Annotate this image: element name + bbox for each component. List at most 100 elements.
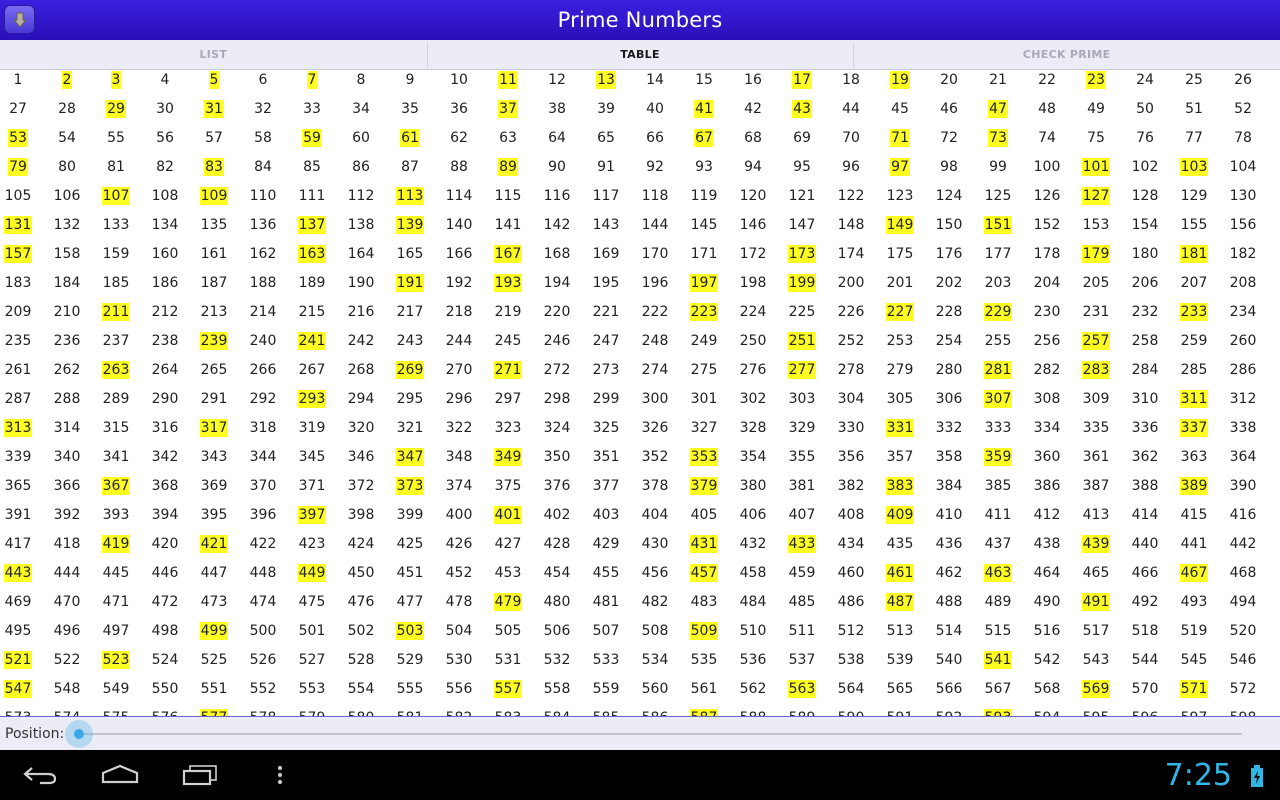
prime-number-cell: 479 [493,593,523,611]
tab-table[interactable]: TABLE [426,40,854,69]
prime-number-cell: 157 [3,245,33,263]
home-icon [101,764,139,784]
position-slider-track[interactable] [79,733,1242,735]
prime-number-cell: 467 [1179,564,1209,582]
position-slider-thumb[interactable] [65,720,93,748]
number-cell: 505 [494,623,522,639]
prime-number-cell: 97 [890,158,910,176]
number-cell: 226 [837,304,865,320]
number-cell: 294 [347,391,375,407]
prime-number-cell: 229 [983,303,1013,321]
number-cell: 158 [53,246,81,262]
prime-number-cell: 31 [204,100,224,118]
number-cell: 36 [450,101,468,117]
number-cell: 357 [886,449,914,465]
number-cell: 142 [543,217,571,233]
number-cell: 384 [935,478,963,494]
number-cell: 27 [9,101,27,117]
number-cell: 217 [396,304,424,320]
number-cell: 425 [396,536,424,552]
number-cell: 411 [984,507,1012,523]
prime-number-cell: 37 [498,100,518,118]
tab-check-prime[interactable]: CHECK PRIME [853,40,1280,69]
number-cell: 52 [1234,101,1252,117]
number-cell: 303 [788,391,816,407]
number-cell: 453 [494,565,522,581]
number-cell: 240 [249,333,277,349]
number-cell: 260 [1229,333,1257,349]
number-cell: 507 [592,623,620,639]
number-cell: 442 [1229,536,1257,552]
number-cell: 81 [107,159,125,175]
number-cell: 544 [1131,652,1159,668]
prime-number-cell: 257 [1081,332,1111,350]
number-cell: 99 [989,159,1007,175]
number-cell: 33 [303,101,321,117]
number-cell: 548 [53,681,81,697]
number-cell: 403 [592,507,620,523]
number-cell: 598 [1219,708,1268,716]
number-cell: 336 [1131,420,1159,436]
number-table[interactable]: 1 2 3 4 5 6 7 8 9 10 11 12 13 14 15 16 17 18 19 20 21 22 23 24 2… [0,71,1280,716]
number-cell: 319 [298,420,326,436]
number-cell: 250 [739,333,767,349]
number-cell: 528 [347,652,375,668]
number-cell: 500 [249,623,277,639]
number-cell: 288 [53,391,81,407]
prime-number-cell: 13 [596,71,616,89]
number-cell: 88 [450,159,468,175]
number-cell: 267 [298,362,326,378]
number-cell: 172 [739,246,767,262]
number-cell: 244 [445,333,473,349]
number-cell: 95 [793,159,811,175]
prime-number-cell: 3 [110,71,122,89]
number-cell: 93 [695,159,713,175]
number-cell: 203 [984,275,1012,291]
number-cell: 46 [940,101,958,117]
number-cell: 595 [1072,708,1121,716]
tab-list[interactable]: LIST [0,40,427,69]
number-cell: 104 [1229,159,1257,175]
number-cell: 194 [543,275,571,291]
number-cell: 129 [1180,188,1208,204]
number-cell: 15 [695,72,713,88]
number-cell: 334 [1033,420,1061,436]
number-cell: 44 [842,101,860,117]
number-cell: 381 [788,478,816,494]
prime-number-cell: 353 [689,448,719,466]
number-cell: 542 [1033,652,1061,668]
home-button[interactable] [98,760,142,790]
number-cell: 117 [592,188,620,204]
number-cell: 555 [396,681,424,697]
number-cell: 228 [935,304,963,320]
overflow-menu-button[interactable] [258,760,302,790]
number-cell: 308 [1033,391,1061,407]
number-cell: 459 [788,565,816,581]
back-button[interactable] [18,760,62,790]
number-cell: 517 [1082,623,1110,639]
number-cell: 428 [543,536,571,552]
number-cell: 202 [935,275,963,291]
number-cell: 49 [1087,101,1105,117]
number-cell: 170 [641,246,669,262]
number-cell: 243 [396,333,424,349]
number-cell: 110 [249,188,277,204]
number-cell: 121 [788,188,816,204]
number-cell: 282 [1033,362,1061,378]
number-cell: 18 [842,72,860,88]
number-cell: 377 [592,478,620,494]
number-cell: 581 [386,708,435,716]
recent-apps-button[interactable] [178,760,222,790]
number-cell: 268 [347,362,375,378]
number-cell: 485 [788,594,816,610]
tab-bar: LIST TABLE CHECK PRIME [0,40,1280,70]
prime-number-cell: 191 [395,274,425,292]
number-cell: 321 [396,420,424,436]
number-cell: 532 [543,652,571,668]
menu-button[interactable] [4,5,35,34]
number-cell: 534 [641,652,669,668]
number-cell: 185 [102,275,130,291]
number-cell: 508 [641,623,669,639]
number-cell: 252 [837,333,865,349]
number-cell: 166 [445,246,473,262]
